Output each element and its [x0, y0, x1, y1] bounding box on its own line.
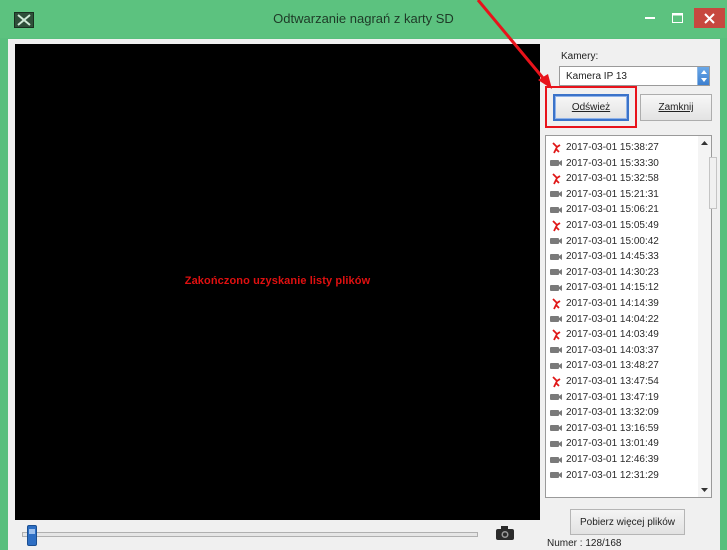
recording-item[interactable]: 2017-03-01 14:03:37: [549, 343, 697, 358]
window-title: Odtwarzanie nagrań z karty SD: [273, 11, 454, 26]
camera-icon: [549, 454, 563, 466]
camera-icon: [549, 360, 563, 372]
recording-item[interactable]: 2017-03-01 15:38:27: [549, 140, 697, 155]
recording-time: 2017-03-01 15:05:49: [566, 220, 659, 231]
recording-item[interactable]: 2017-03-01 14:04:22: [549, 312, 697, 327]
recording-time: 2017-03-01 14:03:49: [566, 329, 659, 341]
snapshot-button[interactable]: [488, 523, 522, 547]
list-scroll-thumb[interactable]: [709, 157, 717, 209]
recording-time: 2017-03-01 15:32:58: [566, 173, 659, 185]
camera-icon: [549, 438, 563, 450]
recording-item[interactable]: 2017-03-01 15:21:31: [549, 187, 697, 202]
camera-icon: [549, 313, 563, 325]
recording-item[interactable]: 2017-03-01 14:03:49: [549, 327, 697, 342]
alarm-icon: [549, 141, 563, 154]
recording-time: 2017-03-01 12:31:29: [566, 469, 659, 481]
recording-item[interactable]: 2017-03-01 13:47:19: [549, 390, 697, 405]
recording-time: 2017-03-01 14:30:23: [566, 266, 659, 278]
camera-icon: [549, 344, 563, 356]
camera-icon: [549, 188, 563, 200]
seek-bar[interactable]: [22, 532, 478, 537]
camera-icon: [549, 235, 563, 247]
recording-item[interactable]: 2017-03-01 13:01:49: [549, 436, 697, 451]
recording-item[interactable]: 2017-03-01 15:33:30: [549, 156, 697, 171]
recording-time: 2017-03-01 13:47:54: [566, 376, 659, 387]
recording-item[interactable]: 2017-03-01 15:32:58: [549, 171, 697, 186]
alarm-icon: [549, 219, 563, 232]
title-bar: Odtwarzanie nagrań z karty SD: [0, 0, 727, 38]
recording-time: 2017-03-01 14:15:12: [566, 282, 659, 294]
camera-icon: [549, 469, 563, 481]
video-player[interactable]: Zakończono uzyskanie listy plików: [15, 44, 540, 520]
seek-thumb[interactable]: [27, 525, 37, 546]
recording-item[interactable]: 2017-03-01 14:30:23: [549, 265, 697, 280]
camera-icon: [549, 391, 563, 403]
recording-time: 2017-03-01 13:16:59: [566, 422, 659, 434]
recording-time: 2017-03-01 13:48:27: [566, 360, 659, 372]
camera-icon: [549, 266, 563, 278]
camera-icon: [549, 282, 563, 294]
recording-time: 2017-03-01 14:03:37: [566, 344, 659, 356]
video-status-message: Zakończono uzyskanie listy plików: [184, 275, 371, 287]
recording-item[interactable]: 2017-03-01 14:45:33: [549, 249, 697, 264]
camera-icon: [549, 157, 563, 169]
recording-item[interactable]: 2017-03-01 13:32:09: [549, 405, 697, 420]
recording-time: 2017-03-01 15:21:31: [566, 188, 659, 200]
recording-item[interactable]: 2017-03-01 12:46:39: [549, 452, 697, 467]
recording-time: 2017-03-01 12:46:39: [566, 454, 659, 465]
recording-time: 2017-03-01 15:33:30: [566, 157, 659, 169]
recording-item[interactable]: 2017-03-01 15:00:42: [549, 234, 697, 249]
recording-time: 2017-03-01 14:14:39: [566, 298, 659, 309]
recording-time: 2017-03-01 13:32:09: [566, 407, 659, 419]
camera-select[interactable]: Kamera IP 13: [559, 66, 710, 86]
close-window-button[interactable]: [694, 8, 725, 28]
recording-time: 2017-03-01 13:47:19: [566, 391, 659, 403]
recording-time: 2017-03-01 15:38:27: [566, 142, 659, 153]
recording-time: 2017-03-01 14:04:22: [566, 313, 659, 325]
recording-item[interactable]: 2017-03-01 15:05:49: [549, 218, 697, 233]
alarm-icon: [549, 375, 563, 388]
recording-item[interactable]: 2017-03-01 12:31:29: [549, 468, 697, 483]
camera-icon: [549, 422, 563, 434]
maximize-button[interactable]: [664, 8, 690, 28]
recording-time: 2017-03-01 13:01:49: [566, 438, 659, 450]
recording-time: 2017-03-01 15:06:21: [566, 204, 659, 216]
recording-item[interactable]: 2017-03-01 13:16:59: [549, 421, 697, 436]
load-more-button[interactable]: Pobierz więcej plików: [570, 509, 685, 535]
recording-item[interactable]: 2017-03-01 14:15:12: [549, 280, 697, 295]
highlight-box: [545, 86, 637, 128]
app-window: Odtwarzanie nagrań z karty SD Zakończono…: [0, 0, 727, 550]
alarm-icon: [549, 329, 563, 341]
recording-item[interactable]: 2017-03-01 13:47:54: [549, 374, 697, 389]
recording-item[interactable]: 2017-03-01 13:48:27: [549, 358, 697, 373]
recording-time: 2017-03-01 14:45:33: [566, 251, 659, 263]
minimize-button[interactable]: [638, 8, 662, 28]
alarm-icon: [549, 297, 563, 310]
camera-icon: [549, 251, 563, 263]
close-button[interactable]: Zamknij: [640, 94, 712, 121]
camera-icon: [549, 204, 563, 216]
recording-item[interactable]: 2017-03-01 15:06:21: [549, 202, 697, 217]
record-counter: Numer : 128/168: [547, 538, 622, 549]
camera-select-spinner[interactable]: [697, 67, 709, 85]
alarm-icon: [549, 173, 563, 185]
recording-item[interactable]: 2017-03-01 14:14:39: [549, 296, 697, 311]
recordings-list[interactable]: 2017-03-01 15:38:27 2017-03-01 15:33:30 20…: [545, 135, 712, 498]
recording-time: 2017-03-01 15:00:42: [566, 235, 659, 247]
camera-icon: [549, 407, 563, 419]
cameras-label: Kamery:: [561, 51, 599, 62]
camera-icon: [495, 525, 515, 546]
